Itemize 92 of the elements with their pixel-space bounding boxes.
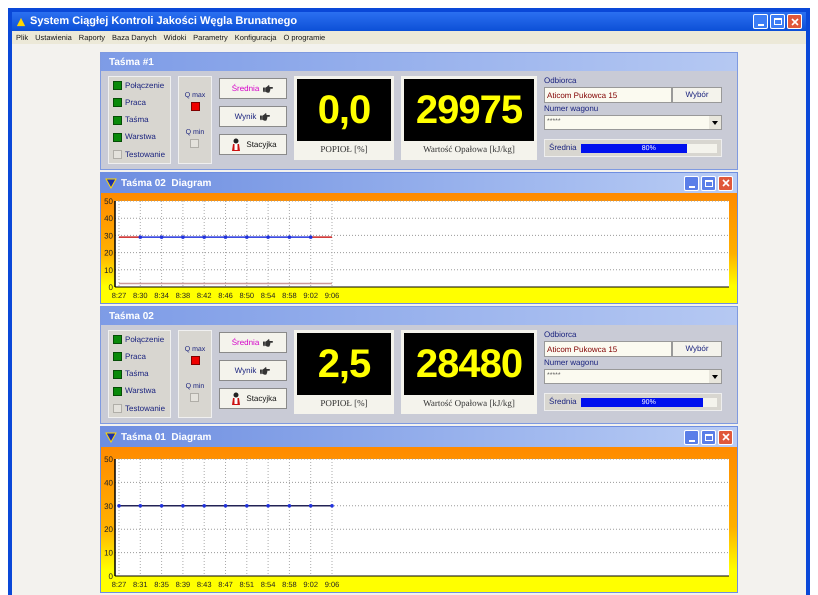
hand-icon [259,366,272,376]
axis-label: 30 [104,231,113,240]
action-button[interactable]: Średnia [219,332,287,353]
axis-label: 10 [104,266,113,275]
data-point [288,235,292,239]
action-button[interactable]: Wynik [219,106,287,127]
data-point [288,504,292,508]
maximize-button[interactable] [701,176,716,190]
data-point [245,235,249,239]
data-point [181,235,185,239]
data-point [245,504,249,508]
panel-title: Taśma 02 [109,310,154,324]
axis-label: 10 [104,548,113,558]
status-label: Połączenie [125,82,164,90]
data-point [266,504,270,508]
status-label: Połączenie [125,336,164,344]
status-label: Testowanie [125,150,166,158]
recipient-field[interactable]: Aticom Pukowca 15 [544,87,672,103]
minimize-button[interactable] [684,176,699,190]
maximize-button[interactable] [701,430,716,444]
recipient-label: Odbiorca [544,76,578,86]
calorific-label: Wartość Opałowa [kJ/kg] [422,143,516,156]
data-point [308,504,312,508]
close-button[interactable] [787,14,802,29]
minimize-button[interactable] [753,14,768,29]
average-label: Średnia [549,142,577,154]
data-point [266,235,270,239]
ash-label: POPIOŁ [%] [319,143,369,156]
ash-label: POPIOŁ [%] [319,397,369,410]
axis-label: 0 [108,572,113,581]
hand-icon [259,112,272,122]
app-icon [16,16,26,26]
action-button[interactable]: Wynik [219,360,287,381]
data-point [308,235,312,239]
window-title: System Ciągłej Kontroli Jakości Węgla Brunatnego [30,14,298,30]
axis-label: 20 [104,248,113,258]
diagram-title: Taśma 01 Diagram [121,430,212,444]
close-icon [790,18,798,26]
panel-title: Taśma #1 [109,56,154,70]
app-icon [105,177,117,189]
data-point [160,504,164,508]
status-label: Praca [125,352,146,361]
minimize-button[interactable] [684,430,699,444]
data-point [117,504,121,508]
hand-icon [262,84,274,94]
average-label: Średnia [549,396,577,408]
calorific-label: Wartość Opałowa [kJ/kg] [422,397,516,410]
close-button[interactable] [718,430,733,444]
ash-value: 0,0 [318,90,370,130]
axis-label: 30 [104,502,113,511]
data-point [138,235,142,239]
status-label: Taśma [125,116,149,124]
caret-icon [709,116,721,129]
status-label: Testowanie [125,404,166,412]
data-point [181,504,185,508]
action-button[interactable]: Stacyjka [219,134,287,155]
axis-label: 0 [108,283,113,292]
recipient-field[interactable]: Aticom Pukowca 15 [544,341,672,357]
axis-label: 40 [104,478,113,488]
select-button[interactable]: Wybór [672,341,722,357]
select-button[interactable]: Wybór [672,87,722,103]
action-button[interactable]: Średnia [219,78,287,99]
status-label: Warstwa [125,387,156,396]
hand-icon [262,338,274,348]
calorific-value: 28480 [416,344,522,384]
axis-label: 40 [104,214,113,224]
calorific-value: 29975 [416,90,522,130]
axis-label: 50 [104,197,113,206]
recipient-label: Odbiorca [544,330,578,340]
close-icon [722,433,730,441]
data-point [330,504,334,508]
data-point [138,504,142,508]
axis-label: 20 [104,525,113,534]
app-icon [105,431,117,443]
close-button[interactable] [718,176,733,190]
wagon-label: Numer wagonu [544,104,600,114]
data-point [202,235,206,239]
axis-label: 50 [104,455,113,464]
data-point [202,504,206,508]
action-button[interactable]: Stacyjka [219,388,287,409]
ash-value: 2,5 [318,344,370,384]
status-label: Praca [125,98,146,107]
caret-icon [709,370,721,383]
diagram-title: Taśma 02 Diagram [121,176,212,190]
status-label: Warstwa [125,133,156,142]
wagon-label: Numer wagonu [544,358,600,368]
close-icon [722,179,730,187]
data-point [224,235,228,239]
maximize-button[interactable] [770,14,785,29]
status-label: Taśma [125,370,149,378]
data-point [160,235,164,239]
data-point [224,504,228,508]
